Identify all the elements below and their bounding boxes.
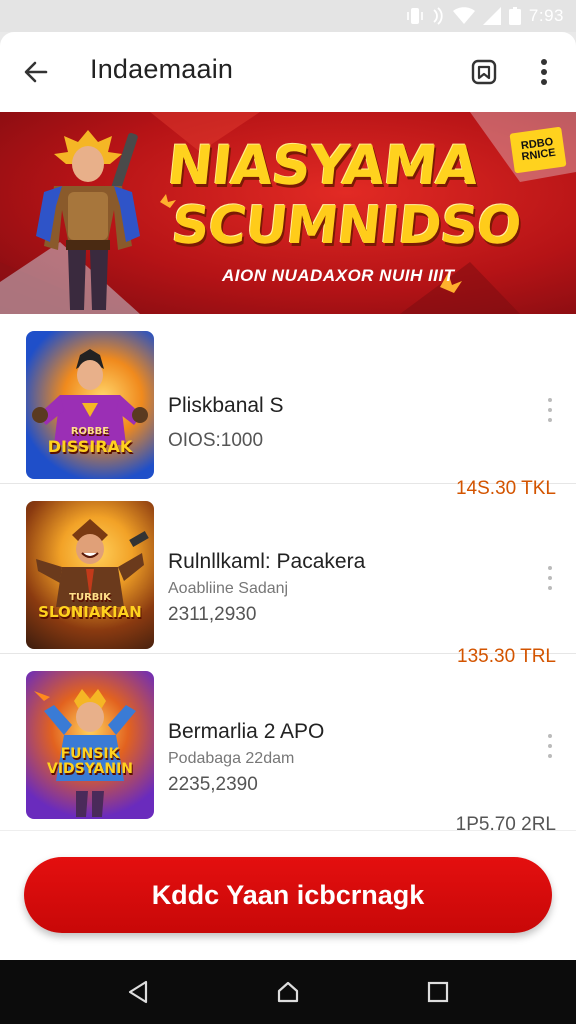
primary-action-button[interactable]: Kddc Yaan icbcrnagk bbox=[24, 857, 552, 933]
back-triangle-icon bbox=[128, 980, 148, 1004]
bookmark-icon bbox=[471, 59, 497, 85]
nav-home-button[interactable] bbox=[272, 976, 304, 1008]
thumbnail-top-label: ROBBE bbox=[70, 426, 110, 437]
app-toolbar: Indaemaain bbox=[0, 32, 576, 112]
wifi-icon bbox=[452, 7, 475, 24]
item-title: Pliskbanal S bbox=[168, 394, 284, 417]
signal-icon bbox=[482, 7, 501, 25]
thumbnail-label: DISSIRAK bbox=[47, 437, 133, 456]
item-code: 2235,2390 bbox=[168, 774, 258, 795]
banner-badge: RDBO RNICE bbox=[509, 126, 567, 174]
hero-character-illustration bbox=[36, 130, 140, 310]
bookmark-button[interactable] bbox=[464, 52, 504, 92]
nav-back-button[interactable] bbox=[122, 976, 154, 1008]
bottom-action-area: Kddc Yaan icbcrnagk bbox=[0, 830, 576, 960]
recents-square-icon bbox=[427, 981, 449, 1003]
status-time: 7:93 bbox=[528, 6, 564, 25]
app-window: Indaemaain NIASYAMA SCUMNIDSO AION NUADA… bbox=[0, 32, 576, 960]
thumbnail-label: SLONIAKIAN bbox=[38, 603, 142, 621]
battery-icon bbox=[508, 7, 521, 25]
back-arrow-icon bbox=[24, 61, 48, 83]
item-more-button[interactable] bbox=[540, 396, 560, 424]
item-title: Rulnllkaml: Pacakera bbox=[168, 550, 366, 573]
item-title: Bermarlia 2 APO bbox=[168, 720, 325, 743]
thumbnail-label: FUNSIK VIDSYANIN bbox=[46, 746, 134, 777]
character-illustration bbox=[34, 689, 136, 817]
list-item[interactable]: FUNSIK VIDSYANIN Bermarlia 2 APO Podabag… bbox=[0, 654, 576, 835]
status-bar: 7:93 bbox=[0, 0, 576, 32]
back-button[interactable] bbox=[16, 52, 56, 92]
page-title: Indaemaain bbox=[90, 54, 234, 84]
system-navigation-bar bbox=[0, 960, 576, 1024]
thumbnail-top-label: TURBIK bbox=[69, 592, 111, 603]
banner-title-line-2: SCUMNIDSO bbox=[168, 196, 524, 256]
item-more-button[interactable] bbox=[540, 732, 560, 760]
character-illustration bbox=[36, 519, 149, 607]
item-more-button[interactable] bbox=[540, 564, 560, 592]
home-circle-icon bbox=[277, 981, 299, 1003]
more-options-button[interactable] bbox=[524, 52, 564, 92]
item-thumbnail: ROBBE DISSIRAK bbox=[26, 331, 154, 479]
list-item[interactable]: TURBIK SLONIAKIAN Rulnllkaml: Pacakera A… bbox=[0, 484, 576, 667]
item-subtitle: Aoabliine Sadanj bbox=[168, 580, 289, 597]
item-code: OIOS:1000 bbox=[168, 430, 264, 451]
banner-subtitle: AION NUADAXOR NUIH IIIT bbox=[222, 266, 455, 285]
nav-recents-button[interactable] bbox=[422, 976, 454, 1008]
list-item[interactable]: ROBBE DISSIRAK Pliskbanal S OIOS:1000 14… bbox=[0, 314, 576, 499]
item-thumbnail: TURBIK SLONIAKIAN bbox=[26, 501, 154, 649]
nfc-icon bbox=[433, 7, 443, 25]
product-list: ROBBE DISSIRAK Pliskbanal S OIOS:1000 14… bbox=[0, 314, 576, 835]
banner-title-line-1: NIASYAMA bbox=[164, 134, 481, 197]
character-illustration bbox=[32, 349, 148, 445]
item-code: 2311,2930 bbox=[168, 604, 257, 625]
more-vertical-icon bbox=[541, 59, 547, 85]
vibrate-icon bbox=[407, 8, 423, 24]
item-subtitle: Podabaga 22dam bbox=[168, 750, 295, 767]
item-thumbnail: FUNSIK VIDSYANIN bbox=[26, 671, 154, 819]
promo-banner[interactable]: NIASYAMA SCUMNIDSO AION NUADAXOR NUIH II… bbox=[0, 112, 576, 314]
